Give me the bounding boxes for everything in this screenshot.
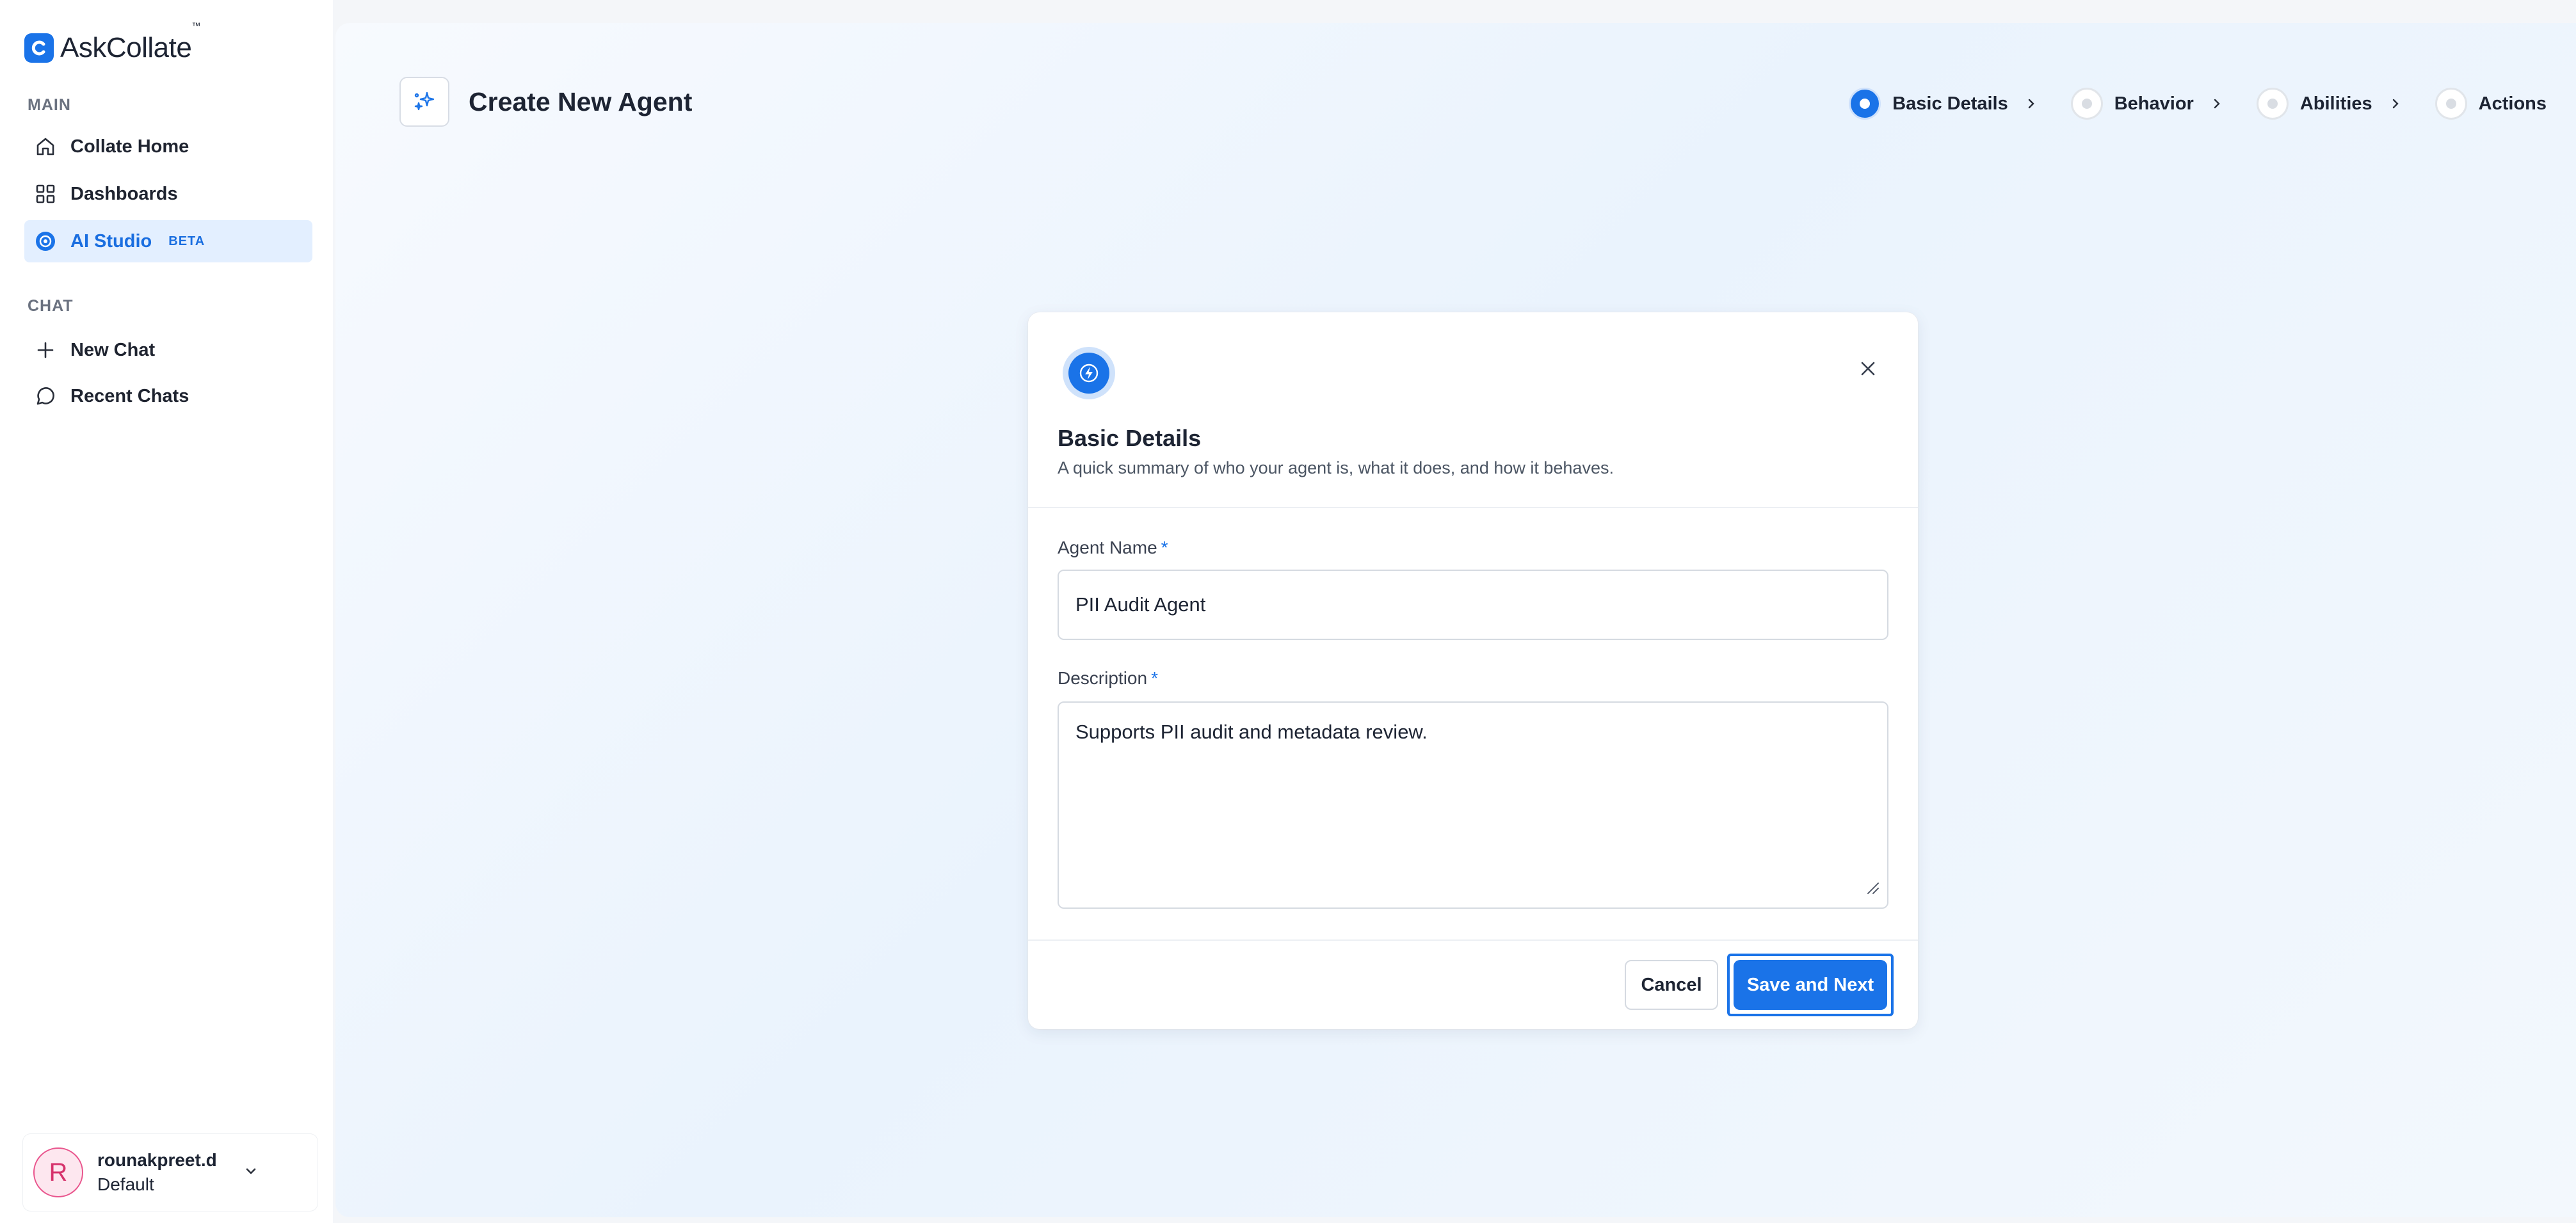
agent-name-label: Agent Name * [1058,538,1168,557]
sidebar-item-new-chat[interactable]: New Chat [24,329,312,371]
agent-name-input[interactable]: PII Audit Agent [1058,570,1888,640]
stepper: Basic Details Behavior Abilities Actions [1849,84,2547,123]
step-active-icon [1849,88,1881,120]
dialog-subtitle: A quick summary of who your agent is, wh… [1058,458,1614,477]
beta-badge: BETA [168,234,205,248]
required-mark: * [1161,538,1168,557]
cancel-button[interactable]: Cancel [1625,960,1718,1010]
save-and-next-button[interactable]: Save and Next [1734,960,1887,1010]
app-name: AskCollate™ [60,20,200,63]
divider [1028,507,1918,508]
avatar: R [33,1147,83,1197]
step-behavior[interactable]: Behavior [2070,88,2194,120]
user-name: rounakpreet.d [97,1150,217,1170]
description-value: Supports PII audit and metadata review. [1075,721,1428,743]
description-textarea[interactable]: Supports PII audit and metadata review. [1058,701,1888,909]
sidebar-item-recent-chats[interactable]: Recent Chats [24,375,312,417]
sidebar: AskCollate™ MAIN Collate Home Dashboards [0,0,333,1223]
ai-studio-icon [33,229,58,253]
sidebar-item-label: Collate Home [70,136,189,157]
user-menu[interactable]: R rounakpreet.d Default [23,1134,318,1211]
sidebar-item-dashboards[interactable]: Dashboards [24,173,312,215]
step-label: Behavior [2114,93,2194,114]
user-info: rounakpreet.d Default [97,1150,217,1195]
divider [1028,939,1918,941]
close-icon[interactable] [1854,355,1882,383]
chevron-down-icon[interactable] [243,1163,259,1183]
section-label-main: MAIN [28,96,71,114]
section-label-chat: CHAT [28,297,74,315]
basic-details-dialog: Basic Details A quick summary of who you… [1028,312,1918,1029]
step-inactive-icon [2435,88,2467,120]
plus-icon [33,338,58,362]
step-label: Actions [2478,93,2547,114]
chevron-right-icon [2389,97,2402,110]
askcollate-logo-icon [24,33,54,63]
grid-icon [33,182,58,206]
chevron-right-icon [2025,97,2038,110]
sidebar-item-collate-home[interactable]: Collate Home [24,125,312,168]
user-org: Default [97,1174,154,1194]
lightning-icon [1063,347,1115,399]
app-logo[interactable]: AskCollate™ [24,20,200,64]
step-actions[interactable]: Actions [2435,88,2547,120]
home-icon [33,134,58,159]
step-label: Basic Details [1892,93,2008,114]
required-mark: * [1151,668,1158,688]
sidebar-item-ai-studio[interactable]: AI Studio BETA [24,220,312,262]
agent-builder-icon [399,77,449,127]
step-inactive-icon [2070,88,2103,120]
chat-bubble-icon [33,384,58,408]
dialog-title: Basic Details [1058,425,1202,451]
step-inactive-icon [2256,88,2289,120]
page-title: Create New Agent [469,87,693,116]
resize-handle-icon[interactable] [1865,877,1880,900]
chevron-right-icon [2210,97,2223,110]
step-abilities[interactable]: Abilities [2256,88,2372,120]
step-label: Abilities [2299,93,2372,114]
sidebar-item-label: AI Studio [70,230,152,252]
step-basic-details[interactable]: Basic Details [1849,88,2008,120]
description-label: Description * [1058,668,1158,688]
sidebar-item-label: New Chat [70,339,156,360]
sidebar-item-label: Dashboards [70,183,178,204]
sidebar-item-label: Recent Chats [70,385,189,406]
